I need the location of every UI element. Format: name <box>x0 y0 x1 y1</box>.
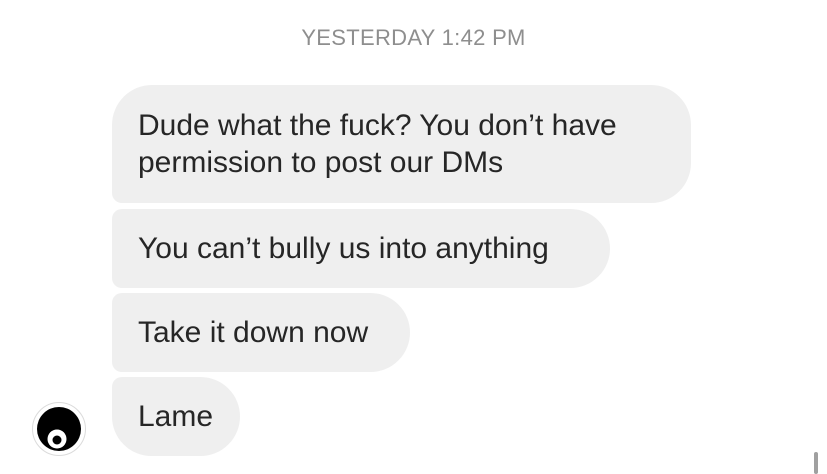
message-bubble[interactable]: Lame <box>112 377 240 456</box>
sender-avatar[interactable] <box>32 402 86 456</box>
message-bubble[interactable]: Dude what the fuck? You don’t have permi… <box>112 85 691 203</box>
message-timestamp: YESTERDAY 1:42 PM <box>301 25 526 50</box>
chat-thread: YESTERDAY 1:42 PM Dude what the fuck? Yo… <box>0 0 827 474</box>
message-text: Lame <box>138 400 214 433</box>
message-text: Dude what the fuck? You don’t have permi… <box>138 109 617 179</box>
message-text: You can’t bully us into anything <box>138 232 549 265</box>
message-text: Take it down now <box>138 316 369 349</box>
message-bubble[interactable]: You can’t bully us into anything <box>112 209 610 288</box>
scrollbar-thumb[interactable] <box>814 452 818 474</box>
message-bubble[interactable]: Take it down now <box>112 293 410 372</box>
profile-avatar-icon <box>37 407 81 451</box>
